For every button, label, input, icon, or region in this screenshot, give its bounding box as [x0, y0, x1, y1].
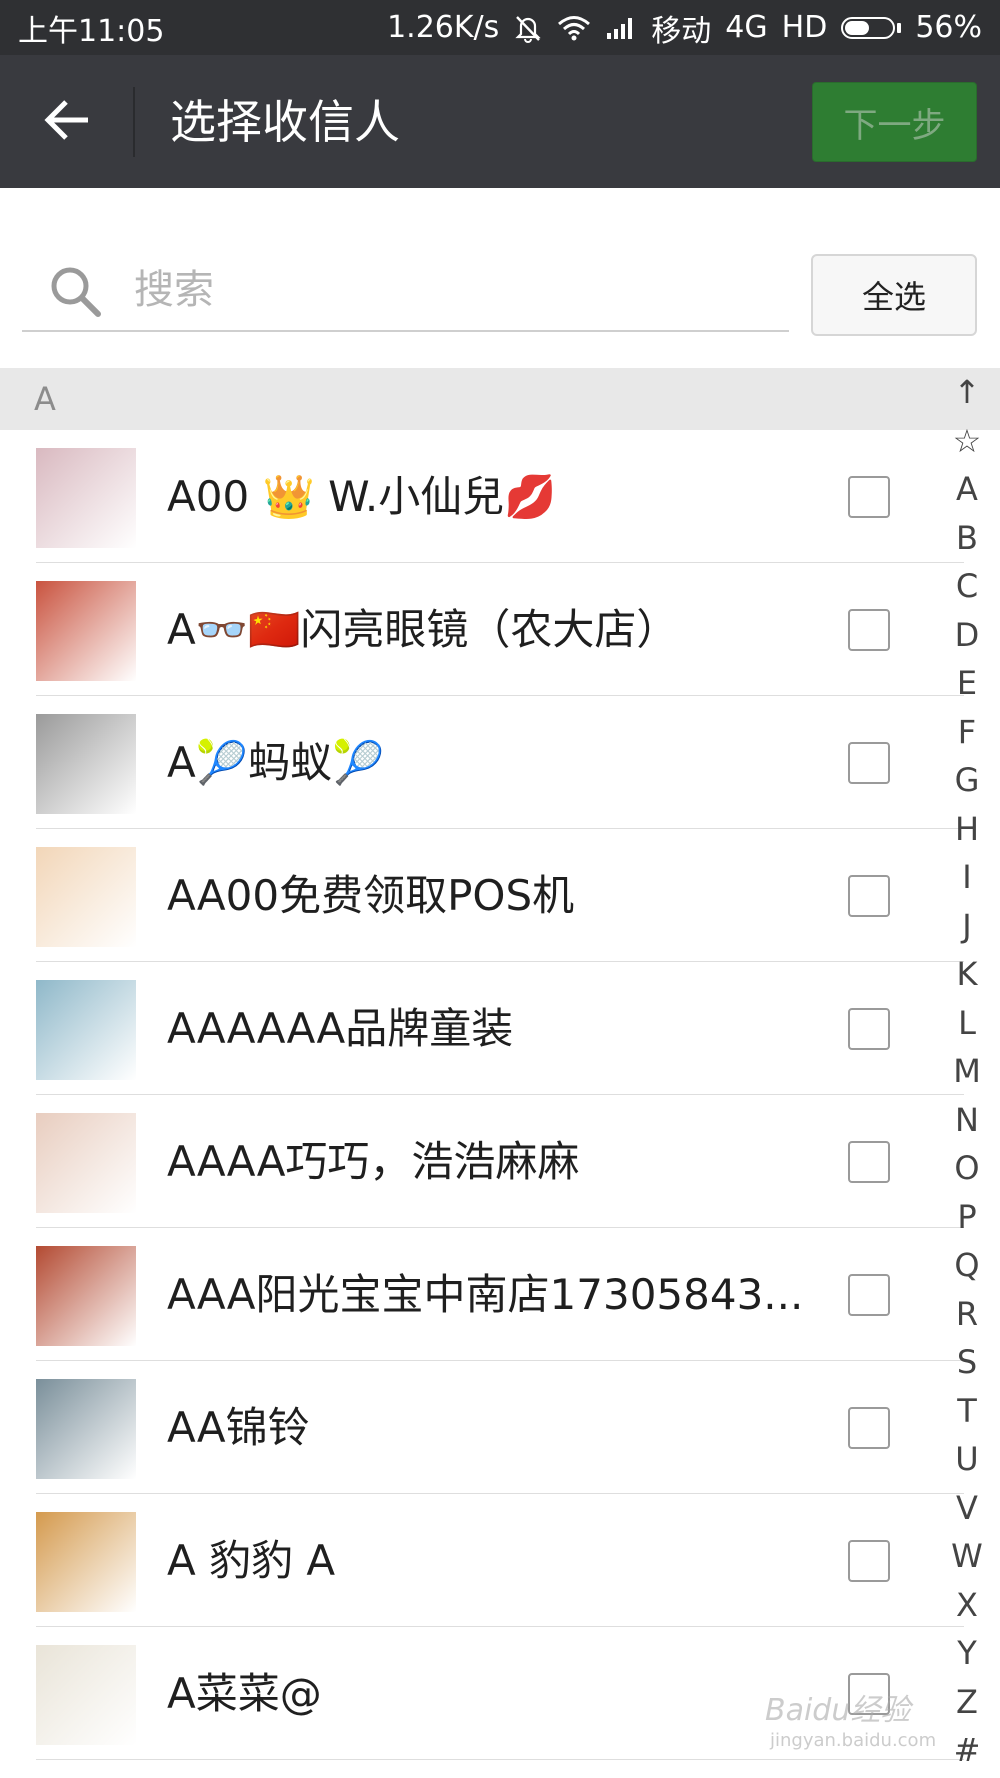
index-letter[interactable]: F	[942, 708, 992, 757]
bell-muted-icon	[513, 13, 543, 43]
wifi-icon	[557, 14, 591, 42]
index-letter[interactable]: N	[942, 1096, 992, 1145]
index-letter[interactable]: Y	[942, 1629, 992, 1678]
contact-name: AAA阳光宝宝中南店17305843...	[167, 1270, 804, 1319]
carrier-label: 移动	[651, 13, 712, 49]
contact-row[interactable]: AAA阳光宝宝中南店17305843...	[0, 1228, 1000, 1361]
contact-avatar	[36, 448, 136, 548]
next-step-button[interactable]: 下一步	[812, 82, 977, 162]
index-letter[interactable]: J	[942, 902, 992, 951]
index-letter[interactable]: I	[942, 853, 992, 902]
row-divider	[36, 1759, 964, 1760]
contact-checkbox[interactable]	[848, 1008, 890, 1050]
contact-name: AA00免费领取POS机	[167, 871, 575, 920]
index-letter[interactable]: M	[942, 1047, 992, 1096]
index-letter[interactable]: O	[942, 1144, 992, 1193]
contact-row[interactable]: AA锦铃	[0, 1361, 1000, 1494]
index-letter[interactable]: W	[942, 1532, 992, 1581]
contact-name: A00 👑 W.小仙兒💋	[167, 472, 557, 521]
contact-row[interactable]: AA00免费领取POS机	[0, 829, 1000, 962]
battery-fill	[845, 20, 870, 35]
contact-name: A菜菜@	[167, 1669, 322, 1718]
search-input[interactable]: 搜索	[22, 248, 789, 332]
status-time: 上午11:05	[18, 13, 165, 49]
index-letter[interactable]: L	[942, 999, 992, 1048]
contact-avatar	[36, 1512, 136, 1612]
search-row: 搜索 全选	[0, 188, 1000, 368]
search-icon	[48, 264, 102, 322]
contact-row[interactable]: A👓🇨🇳闪亮眼镜（农大店）	[0, 563, 1000, 696]
contact-avatar	[36, 980, 136, 1080]
index-letter[interactable]: R	[942, 1290, 992, 1339]
index-letter[interactable]: S	[942, 1338, 992, 1387]
select-all-button[interactable]: 全选	[811, 254, 977, 336]
back-button[interactable]	[30, 90, 106, 154]
contact-name: AAAAAA品牌童装	[167, 1004, 514, 1053]
page-title: 选择收信人	[170, 95, 400, 149]
contact-avatar	[36, 1645, 136, 1745]
index-letter[interactable]: D	[942, 611, 992, 660]
contact-checkbox[interactable]	[848, 1407, 890, 1449]
index-letter[interactable]: Z	[942, 1678, 992, 1727]
index-letter[interactable]: T	[942, 1387, 992, 1436]
contact-row[interactable]: A00 👑 W.小仙兒💋	[0, 430, 1000, 563]
title-bar: 选择收信人 下一步	[0, 55, 1000, 188]
contact-avatar	[36, 581, 136, 681]
contact-row[interactable]: AAAAAA品牌童装	[0, 962, 1000, 1095]
contact-checkbox[interactable]	[848, 1141, 890, 1183]
index-letter[interactable]: G	[942, 756, 992, 805]
section-header: A	[0, 368, 1000, 430]
index-letter[interactable]: P	[942, 1193, 992, 1242]
index-letter[interactable]: ☆	[942, 417, 992, 466]
network-speed: 1.26K/s	[387, 10, 500, 45]
hd-label: HD	[781, 10, 828, 45]
contact-checkbox[interactable]	[848, 609, 890, 651]
status-bar: 上午11:05 1.26K/s 移动 4G HD 56%	[0, 0, 1000, 55]
contact-avatar	[36, 1246, 136, 1346]
index-letter[interactable]: #	[942, 1726, 992, 1775]
index-letter[interactable]: E	[942, 659, 992, 708]
contact-checkbox[interactable]	[848, 1274, 890, 1316]
network-type: 4G	[725, 10, 768, 45]
contact-name: A👓🇨🇳闪亮眼镜（农大店）	[167, 605, 679, 654]
index-letter[interactable]: U	[942, 1435, 992, 1484]
contact-name: A🎾蚂蚁🎾	[167, 738, 385, 787]
alphabet-index-bar[interactable]: ↑ ☆ A B C D E F G H I J K L M N O P Q R S T U V W X Y Z #	[942, 368, 992, 1778]
contact-name: A 豹豹 A	[167, 1536, 336, 1585]
contact-list: A00 👑 W.小仙兒💋 A👓🇨🇳闪亮眼镜（农大店） A🎾蚂蚁🎾 AA00免费领取PO…	[0, 430, 1000, 1760]
index-letter[interactable]: Q	[942, 1241, 992, 1290]
index-letter[interactable]: H	[942, 805, 992, 854]
contact-avatar	[36, 1113, 136, 1213]
index-letter[interactable]: X	[942, 1581, 992, 1630]
contact-avatar	[36, 714, 136, 814]
contact-checkbox[interactable]	[848, 742, 890, 784]
battery-icon	[841, 16, 902, 39]
index-letter[interactable]: C	[942, 562, 992, 611]
baidu-watermark-url: jingyan.baidu.com	[770, 1730, 937, 1751]
contact-row[interactable]: AAAA巧巧，浩浩麻麻	[0, 1095, 1000, 1228]
contact-name: AA锦铃	[167, 1403, 310, 1452]
contact-row[interactable]: A🎾蚂蚁🎾	[0, 696, 1000, 829]
index-letter[interactable]: V	[942, 1484, 992, 1533]
title-divider	[133, 87, 135, 157]
signal-icon	[605, 15, 637, 41]
contact-row[interactable]: A 豹豹 A	[0, 1494, 1000, 1627]
index-letter[interactable]: K	[942, 950, 992, 999]
contact-name: AAAA巧巧，浩浩麻麻	[167, 1137, 580, 1186]
arrow-left-icon	[44, 99, 92, 145]
contact-avatar	[36, 1379, 136, 1479]
contact-checkbox[interactable]	[848, 875, 890, 917]
contact-checkbox[interactable]	[848, 476, 890, 518]
index-letter[interactable]: A	[942, 465, 992, 514]
search-placeholder: 搜索	[134, 267, 214, 313]
index-letter[interactable]: ↑	[942, 368, 992, 417]
contact-checkbox[interactable]	[848, 1540, 890, 1582]
status-right: 1.26K/s 移动 4G HD 56%	[387, 6, 982, 50]
index-letter[interactable]: B	[942, 514, 992, 563]
contact-avatar	[36, 847, 136, 947]
baidu-watermark: Baidu经验	[765, 1693, 911, 1728]
battery-percent: 56%	[915, 10, 982, 45]
